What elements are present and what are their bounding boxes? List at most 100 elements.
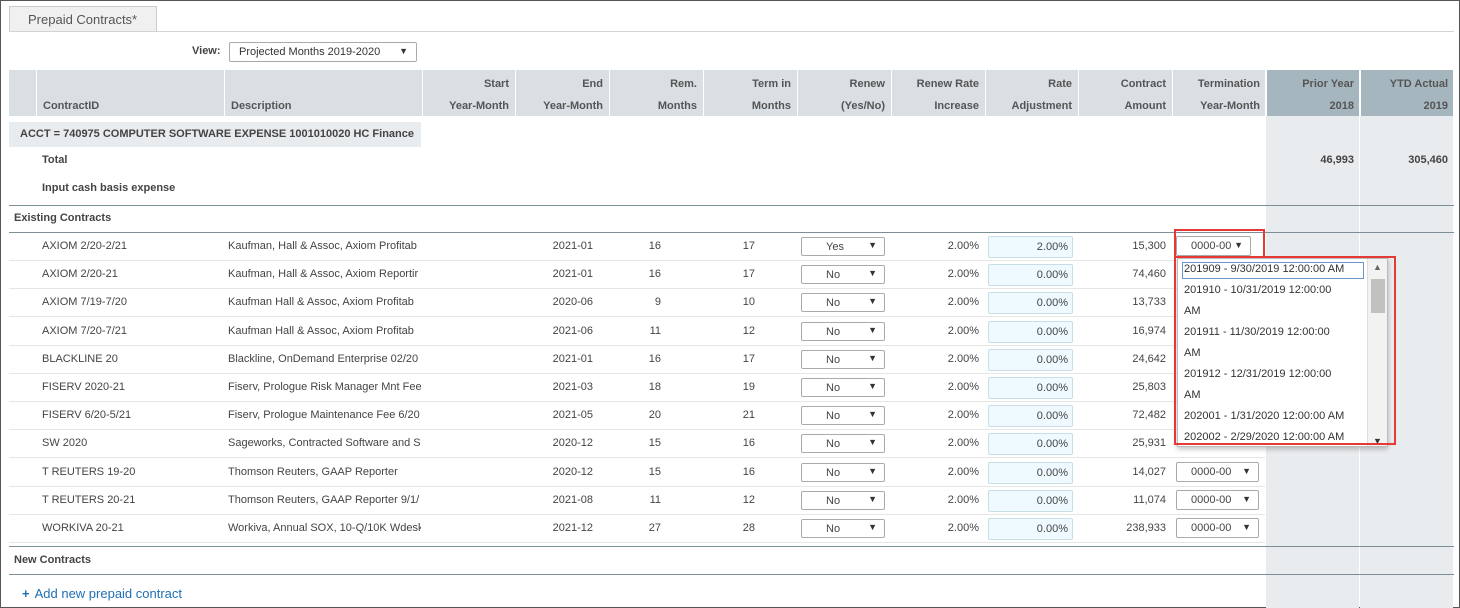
- chevron-down-icon: ▼: [1242, 522, 1251, 532]
- table-row[interactable]: AXIOM 7/19-7/20 Kaufman Hall & Assoc, Axi…: [9, 289, 1265, 318]
- contract-amount-cell: 14,027: [1132, 465, 1166, 478]
- chevron-down-icon: ▼: [868, 465, 877, 476]
- rem-months-cell: 15: [648, 465, 661, 478]
- renew-select[interactable]: No ▼: [801, 406, 885, 426]
- table-row[interactable]: AXIOM 2/20-2/21 Kaufman, Hall & Assoc, Ax…: [9, 233, 1265, 261]
- input-cash-basis-label: Input cash basis expense: [42, 182, 176, 194]
- termination-select-highlight: [1174, 229, 1265, 258]
- termination-value: 0000-00: [1191, 493, 1232, 506]
- plus-icon: +: [22, 586, 30, 601]
- termination-value: 0000-00: [1191, 465, 1232, 478]
- header-contract-id[interactable]: ContractID: [36, 70, 224, 116]
- renew-select[interactable]: No ▼: [801, 321, 885, 341]
- rate-adjustment-input[interactable]: 0.00%: [988, 348, 1073, 371]
- contract-id-cell: T REUTERS 19-20: [42, 465, 136, 478]
- rate-adjustment-input[interactable]: 0.00%: [988, 433, 1073, 456]
- chevron-down-icon: ▼: [868, 240, 877, 250]
- renew-select[interactable]: No ▼: [801, 293, 885, 313]
- table-row[interactable]: T REUTERS 20-21 Thomson Reuters, GAAP Rep…: [9, 487, 1265, 515]
- renew-value: No: [826, 325, 841, 338]
- rate-adjustment-input[interactable]: 0.00%: [988, 264, 1073, 287]
- table-row[interactable]: AXIOM 7/20-7/21 Kaufman Hall & Assoc, Axi…: [9, 318, 1265, 346]
- rem-months-cell: 9: [654, 296, 661, 309]
- header-description[interactable]: Description: [224, 70, 422, 116]
- new-contracts-heading: New Contracts: [14, 554, 92, 566]
- table-row[interactable]: T REUTERS 19-20 Thomson Reuters, GAAP Rep…: [9, 459, 1265, 487]
- contract-id-cell: FISERV 2020-21: [42, 381, 125, 393]
- table-row[interactable]: FISERV 2020-21 Fiserv, Prologue Risk Mana…: [9, 374, 1265, 402]
- termination-select[interactable]: 0000-00 ▼: [1176, 489, 1259, 510]
- table-row[interactable]: AXIOM 2/20-21 Kaufman, Hall & Assoc, Axio…: [9, 261, 1265, 290]
- rem-months-cell: 11: [649, 493, 661, 506]
- chevron-down-icon: ▼: [1242, 465, 1251, 476]
- description-cell: Kaufman Hall & Assoc, Axiom Profitab: [228, 296, 414, 309]
- renew-select[interactable]: Yes ▼: [801, 237, 885, 256]
- divider: [9, 205, 1454, 206]
- contract-amount-cell: 25,931: [1132, 437, 1166, 450]
- renew-rate-cell: 2.00%: [947, 437, 979, 450]
- header-renew-rate[interactable]: Renew Rate Increase: [891, 70, 985, 116]
- header-end[interactable]: End Year-Month: [515, 70, 609, 116]
- header-start[interactable]: Start Year-Month: [422, 70, 515, 116]
- renew-select[interactable]: No ▼: [801, 490, 885, 510]
- header-contract-amount[interactable]: Contract Amount: [1078, 70, 1172, 116]
- header-ytd-actual[interactable]: YTD Actual 2019: [1360, 70, 1454, 116]
- add-contract-label: Add new prepaid contract: [34, 586, 183, 601]
- rate-adjustment-input[interactable]: 0.00%: [988, 320, 1073, 343]
- term-months-cell: 16: [742, 465, 755, 478]
- termination-select[interactable]: 0000-00 ▼: [1176, 518, 1259, 538]
- termination-select[interactable]: 0000-00 ▼: [1176, 461, 1259, 482]
- table-row[interactable]: FISERV 6/20-5/21 Fiserv, Prologue Mainten…: [9, 402, 1265, 431]
- total-label: Total: [42, 154, 68, 166]
- renew-value: No: [826, 523, 841, 535]
- rem-months-cell: 27: [648, 522, 661, 534]
- table-row[interactable]: WORKIVA 20-21 Workiva, Annual SOX, 10-Q/1…: [9, 515, 1265, 543]
- contract-id-cell: AXIOM 2/20-2/21: [42, 240, 127, 252]
- rate-adjustment-input[interactable]: 0.00%: [988, 292, 1073, 315]
- header-rate-adjustment[interactable]: Rate Adjustment: [985, 70, 1078, 116]
- rate-adjustment-input[interactable]: 0.00%: [988, 518, 1073, 540]
- chevron-down-icon: ▼: [868, 522, 877, 532]
- renew-select[interactable]: No ▼: [801, 519, 885, 538]
- term-months-cell: 17: [742, 352, 755, 365]
- rate-adjustment-input[interactable]: 0.00%: [988, 377, 1073, 399]
- description-cell: Workiva, Annual SOX, 10-Q/10K Wdesk: [228, 522, 421, 534]
- renew-rate-cell: 2.00%: [947, 465, 979, 478]
- contract-amount-cell: 74,460: [1132, 268, 1166, 281]
- rate-adjustment-input[interactable]: 0.00%: [988, 489, 1073, 512]
- divider: [9, 546, 1454, 547]
- description-cell: Thomson Reuters, GAAP Reporter: [228, 465, 398, 478]
- term-months-cell: 21: [742, 409, 755, 422]
- table-row[interactable]: BLACKLINE 20 Blackline, OnDemand Enterpri…: [9, 346, 1265, 374]
- renew-value: No: [826, 494, 841, 507]
- renew-value: No: [826, 269, 841, 282]
- contract-id-cell: WORKIVA 20-21: [42, 522, 124, 534]
- renew-select[interactable]: No ▼: [801, 462, 885, 482]
- renew-select[interactable]: No ▼: [801, 378, 885, 397]
- termination-value: 0000-00: [1191, 522, 1232, 534]
- contract-amount-cell: 72,482: [1132, 409, 1166, 422]
- rem-months-cell: 15: [648, 437, 661, 450]
- add-contract-link[interactable]: + Add new prepaid contract: [22, 586, 182, 601]
- header-renew[interactable]: Renew (Yes/No): [797, 70, 891, 116]
- view-select-value: Projected Months 2019-2020: [239, 46, 381, 58]
- renew-select[interactable]: No ▼: [801, 265, 885, 285]
- header-rem-months[interactable]: Rem. Months: [609, 70, 703, 116]
- renew-select[interactable]: No ▼: [801, 434, 885, 454]
- rate-adjustment-input[interactable]: 0.00%: [988, 461, 1073, 484]
- header-prior-year[interactable]: Prior Year 2018: [1266, 70, 1360, 116]
- description-cell: Fiserv, Prologue Maintenance Fee 6/20: [228, 409, 420, 422]
- rem-months-cell: 18: [648, 381, 661, 393]
- header-term-months[interactable]: Term in Months: [703, 70, 797, 116]
- end-year-month-cell: 2021-08: [552, 493, 593, 506]
- rate-adjustment-input[interactable]: 2.00%: [988, 236, 1073, 258]
- end-year-month-cell: 2021-06: [552, 324, 593, 337]
- table-row[interactable]: SW 2020 Sageworks, Contracted Software an…: [9, 430, 1265, 459]
- term-months-cell: 12: [742, 324, 755, 337]
- rate-adjustment-input[interactable]: 0.00%: [988, 405, 1073, 428]
- tab-prepaid-contracts[interactable]: Prepaid Contracts*: [9, 6, 157, 32]
- view-select[interactable]: Projected Months 2019-2020 ▼: [229, 42, 417, 62]
- renew-select[interactable]: No ▼: [801, 349, 885, 369]
- header-termination[interactable]: Termination Year-Month: [1172, 70, 1266, 116]
- chevron-down-icon: ▼: [868, 493, 877, 504]
